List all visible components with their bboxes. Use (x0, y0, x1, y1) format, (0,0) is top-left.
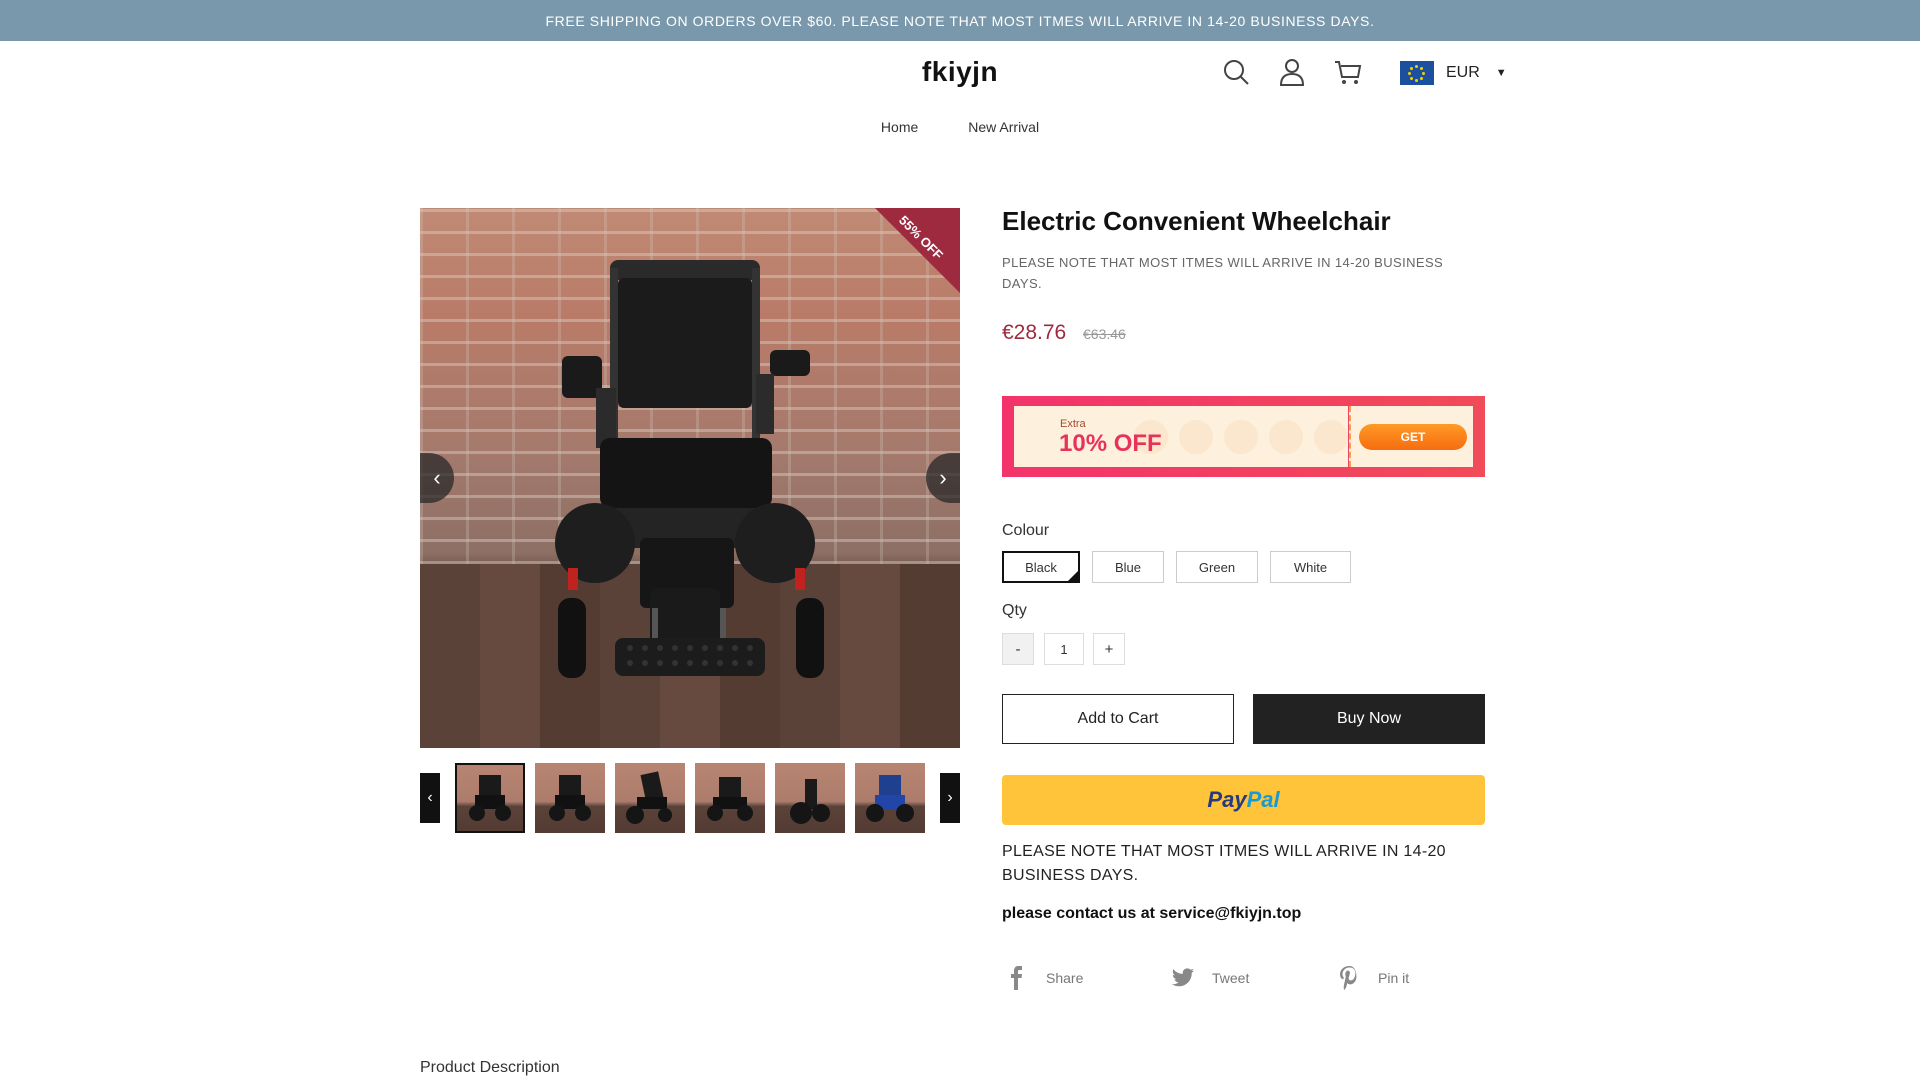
chevron-right-icon: › (939, 465, 947, 490)
coupon-discount: 10% OFF (1059, 430, 1162, 457)
product-subnote: PLEASE NOTE THAT MOST ITMES WILL ARRIVE … (1002, 255, 1444, 291)
share-pinterest[interactable]: Pin it (1336, 963, 1409, 993)
user-icon[interactable] (1278, 58, 1306, 86)
thumbnail-6[interactable] (855, 763, 925, 833)
thumbnail-2[interactable] (535, 763, 605, 833)
qty-label: Qty (1002, 602, 1027, 619)
colour-option-green[interactable]: Green (1176, 551, 1258, 583)
thumbnails-prev-button[interactable]: ‹ (420, 773, 440, 823)
thumbnail-1[interactable] (455, 763, 525, 833)
nav-item-home[interactable]: Home (881, 119, 918, 135)
facebook-icon (1011, 966, 1022, 990)
coupon-banner: Extra 10% OFF GET (1002, 396, 1485, 477)
site-logo[interactable]: fkiyjn (0, 56, 1920, 88)
coupon-extra-label: Extra (1060, 418, 1086, 430)
share-twitter-label: Tweet (1212, 970, 1250, 986)
compare-price: €63.46 (1083, 326, 1126, 342)
chevron-left-icon: ‹ (433, 465, 441, 490)
eu-flag-icon (1400, 61, 1434, 85)
discount-badge: 55% OFF (875, 208, 960, 293)
chevron-down-icon: ▼ (1495, 67, 1507, 79)
product-title: Electric Convenient Wheelchair (1002, 206, 1391, 236)
shipping-note: PLEASE NOTE THAT MOST ITMES WILL ARRIVE … (1002, 843, 1446, 884)
pinterest-icon (1340, 966, 1357, 990)
share-twitter[interactable]: Tweet (1170, 963, 1249, 993)
product-description-heading[interactable]: Product Description (420, 1059, 560, 1077)
currency-code: EUR (1446, 64, 1480, 81)
qty-input[interactable] (1044, 633, 1084, 665)
buy-now-button[interactable]: Buy Now (1253, 694, 1485, 744)
qty-decrease-button[interactable]: - (1002, 633, 1034, 665)
coupon-body: Extra 10% OFF (1014, 406, 1348, 467)
twitter-icon (1172, 968, 1194, 987)
announcement-text: FREE SHIPPING ON ORDERS OVER $60. PLEASE… (545, 12, 1375, 29)
colour-label: Colour (1002, 522, 1050, 539)
colour-option-blue[interactable]: Blue (1092, 551, 1164, 583)
paypal-logo: PayPal (1207, 787, 1280, 812)
announcement-bar: FREE SHIPPING ON ORDERS OVER $60. PLEASE… (0, 0, 1920, 41)
cart-icon[interactable] (1334, 58, 1362, 86)
share-pinterest-label: Pin it (1378, 970, 1410, 986)
share-facebook[interactable]: Share (1004, 963, 1083, 993)
currency-selector[interactable]: EUR ▼ (1400, 60, 1507, 86)
chevron-left-icon: ‹ (427, 789, 433, 806)
colour-option-white[interactable]: White (1270, 551, 1351, 583)
paypal-button[interactable]: PayPal (1002, 775, 1485, 825)
main-nav: Home New Arrival (0, 119, 1920, 135)
colour-option-black[interactable]: Black (1002, 551, 1080, 583)
nav-item-new-arrival[interactable]: New Arrival (968, 119, 1039, 135)
contact-email[interactable]: please contact us at service@fkiyjn.top (1002, 905, 1301, 923)
thumbnail-4[interactable] (695, 763, 765, 833)
chevron-right-icon: › (947, 789, 953, 806)
coupon-stub: GET (1349, 406, 1473, 467)
thumbnails-next-button[interactable]: › (940, 773, 960, 823)
coupon-get-button[interactable]: GET (1359, 424, 1467, 450)
product-price: €28.76 (1002, 321, 1067, 344)
add-to-cart-button[interactable]: Add to Cart (1002, 694, 1234, 744)
share-facebook-label: Share (1046, 970, 1084, 986)
thumbnail-3[interactable] (615, 763, 685, 833)
qty-increase-button[interactable]: + (1093, 633, 1125, 665)
thumbnail-5[interactable] (775, 763, 845, 833)
search-icon[interactable] (1222, 58, 1250, 86)
